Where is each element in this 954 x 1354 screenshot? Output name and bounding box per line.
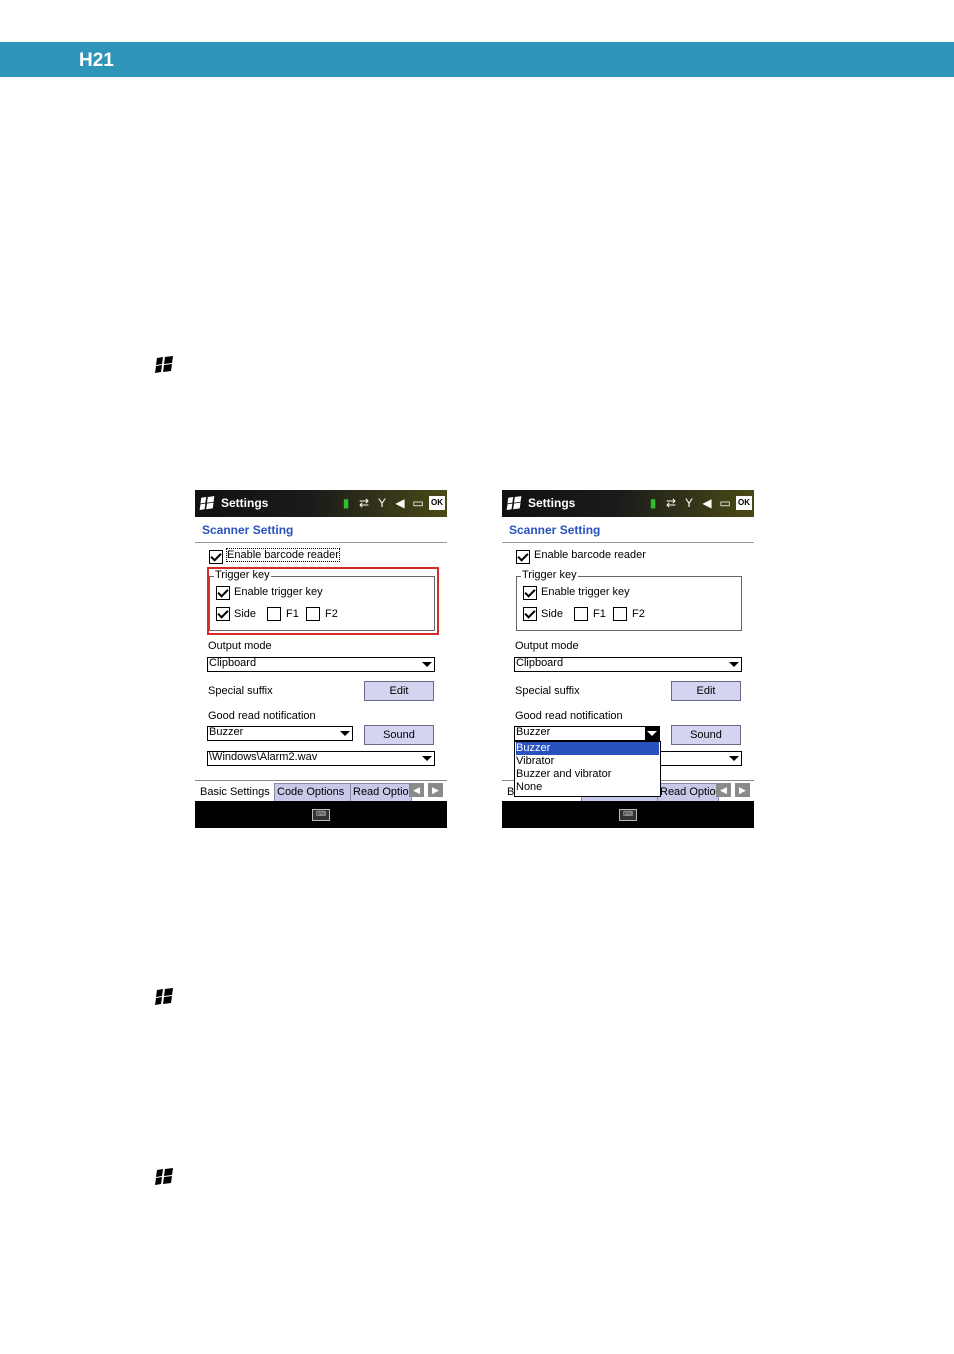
battery-charge-icon[interactable]: ▮: [339, 495, 353, 511]
tab-basic-settings[interactable]: Basic Settings: [197, 783, 275, 802]
battery-icon[interactable]: ▭: [718, 495, 732, 511]
trigger-key-group: [516, 576, 742, 631]
ok-icon[interactable]: OK: [429, 496, 445, 510]
divider: [195, 542, 447, 543]
f1-checkbox[interactable]: [267, 607, 281, 621]
special-suffix-label: Special suffix: [515, 685, 580, 697]
ok-icon[interactable]: OK: [736, 496, 752, 510]
signal-icon[interactable]: Y: [375, 495, 389, 511]
tab-code-options[interactable]: Code Options: [274, 783, 352, 802]
battery-charge-icon[interactable]: ▮: [646, 495, 660, 511]
titlebar: Settings ▮ ⇄ Y ◀ ▭ OK: [195, 490, 447, 517]
header-title: H21: [79, 50, 114, 71]
sync-icon[interactable]: ⇄: [664, 495, 678, 511]
sound-file-value: \Windows\Alarm2.wav: [209, 751, 318, 763]
side-label: Side: [541, 608, 564, 620]
output-mode-value: Clipboard: [209, 657, 257, 669]
output-mode-label: Output mode: [515, 640, 579, 652]
f1-checkbox[interactable]: [574, 607, 588, 621]
highlight-box: [207, 567, 439, 635]
sound-button[interactable]: Sound: [671, 725, 741, 745]
scanner-settings-screen-1: Settings ▮ ⇄ Y ◀ ▭ OK Scanner Setting En…: [195, 490, 447, 828]
windows-start-icon[interactable]: [505, 496, 523, 511]
chevron-down-icon: [422, 662, 432, 667]
notification-value: Buzzer: [209, 726, 244, 738]
volume-icon[interactable]: ◀: [700, 495, 714, 511]
volume-icon[interactable]: ◀: [393, 495, 407, 511]
page-title: Scanner Setting: [509, 523, 601, 537]
tab-scroll-right-icon[interactable]: ▶: [428, 783, 443, 797]
keyboard-icon[interactable]: ⌨: [619, 809, 637, 821]
dropdown-option-vibrator[interactable]: Vibrator: [516, 755, 659, 768]
signal-icon[interactable]: Y: [682, 495, 696, 511]
enable-barcode-reader-checkbox[interactable]: [516, 550, 530, 564]
side-label: Side: [234, 608, 257, 620]
enable-barcode-reader-checkbox[interactable]: [209, 550, 223, 564]
enable-barcode-reader-label: Enable barcode reader: [534, 549, 646, 561]
chevron-down-icon: [729, 756, 739, 761]
tab-scroll-right-icon[interactable]: ▶: [735, 783, 750, 797]
chevron-down-icon: [645, 727, 659, 740]
enable-barcode-reader-label: Enable barcode reader: [226, 548, 340, 562]
output-mode-label: Output mode: [208, 640, 272, 652]
chevron-down-icon: [340, 731, 350, 736]
output-mode-select[interactable]: Clipboard: [207, 657, 435, 672]
sound-button[interactable]: Sound: [364, 725, 434, 745]
enable-trigger-key-checkbox[interactable]: [523, 586, 537, 600]
dropdown-option-buzzer[interactable]: Buzzer: [516, 742, 659, 755]
bottom-bar: ⌨: [502, 801, 754, 828]
enable-trigger-key-label: Enable trigger key: [541, 586, 630, 598]
titlebar-title: Settings: [221, 496, 269, 510]
notification-value: Buzzer: [516, 726, 551, 738]
windows-start-icon[interactable]: [198, 496, 216, 511]
notification-select[interactable]: Buzzer: [207, 726, 353, 741]
windows-start-icon: [155, 1168, 173, 1185]
scanner-settings-screen-2: Settings ▮ ⇄ Y ◀ ▭ OK Scanner Setting En…: [502, 490, 754, 828]
chevron-down-icon: [729, 662, 739, 667]
edit-button[interactable]: Edit: [671, 681, 741, 701]
divider: [502, 542, 754, 543]
tab-scroll-left-icon[interactable]: ◀: [409, 783, 424, 797]
tab-read-options[interactable]: Read Optio: [350, 783, 412, 802]
titlebar: Settings ▮ ⇄ Y ◀ ▭ OK: [502, 490, 754, 517]
f2-label: F2: [632, 608, 645, 620]
notification-dropdown-list: Buzzer Vibrator Buzzer and vibrator None: [514, 741, 661, 797]
trigger-key-group-label: Trigger key: [521, 569, 578, 581]
page-title: Scanner Setting: [202, 523, 294, 537]
sound-file-select[interactable]: \Windows\Alarm2.wav: [207, 751, 435, 766]
bottom-bar: ⌨: [195, 801, 447, 828]
side-checkbox[interactable]: [523, 607, 537, 621]
notification-select[interactable]: Buzzer: [514, 726, 660, 741]
good-read-notification-label: Good read notification: [515, 710, 623, 722]
keyboard-icon[interactable]: ⌨: [312, 809, 330, 821]
dropdown-option-none[interactable]: None: [516, 781, 659, 794]
windows-start-icon: [155, 988, 173, 1005]
f1-label: F1: [593, 608, 606, 620]
windows-start-icon: [155, 356, 173, 373]
tab-scroll-left-icon[interactable]: ◀: [716, 783, 731, 797]
sync-icon[interactable]: ⇄: [357, 495, 371, 511]
f2-checkbox[interactable]: [306, 607, 320, 621]
tab-read-options[interactable]: Read Optio: [657, 783, 719, 802]
status-icons: ▮ ⇄ Y ◀ ▭ OK: [646, 495, 752, 511]
chevron-down-icon: [422, 756, 432, 761]
f1-label: F1: [286, 608, 299, 620]
dropdown-option-buzzer-and-vibrator[interactable]: Buzzer and vibrator: [516, 768, 659, 781]
enable-trigger-key-checkbox[interactable]: [216, 586, 230, 600]
enable-trigger-key-label: Enable trigger key: [234, 586, 323, 598]
output-mode-value: Clipboard: [516, 657, 564, 669]
edit-button[interactable]: Edit: [364, 681, 434, 701]
good-read-notification-label: Good read notification: [208, 710, 316, 722]
f2-label: F2: [325, 608, 338, 620]
tab-bar: Basic Settings Code Options Read Optio ◀…: [195, 780, 447, 802]
special-suffix-label: Special suffix: [208, 685, 273, 697]
titlebar-title: Settings: [528, 496, 576, 510]
battery-icon[interactable]: ▭: [411, 495, 425, 511]
side-checkbox[interactable]: [216, 607, 230, 621]
output-mode-select[interactable]: Clipboard: [514, 657, 742, 672]
header-bar: H21: [0, 42, 954, 77]
status-icons: ▮ ⇄ Y ◀ ▭ OK: [339, 495, 445, 511]
f2-checkbox[interactable]: [613, 607, 627, 621]
